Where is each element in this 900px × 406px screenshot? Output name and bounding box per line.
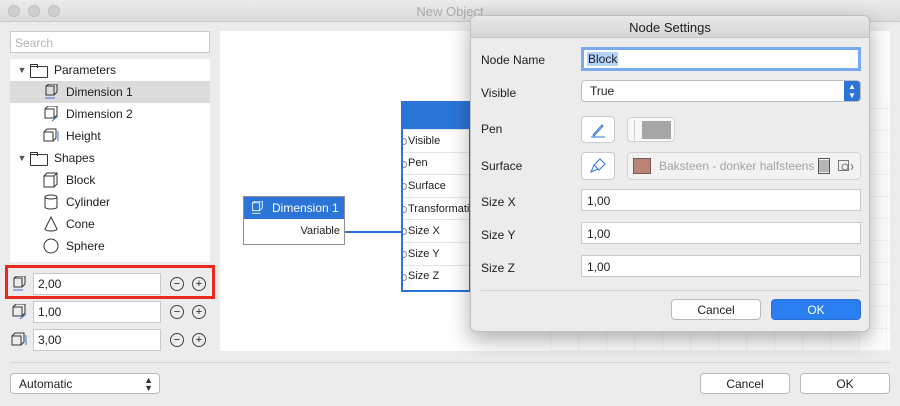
disclosure-triangle-icon[interactable]: ▼ xyxy=(16,153,28,163)
surface-picker-button[interactable] xyxy=(581,152,615,180)
image-settings-icon[interactable] xyxy=(838,160,854,174)
connection-link[interactable] xyxy=(345,231,402,233)
node-header: Dimension 1 xyxy=(244,197,344,219)
tree-item-sphere[interactable]: Sphere xyxy=(10,235,210,257)
cylinder-icon xyxy=(42,194,60,210)
chevron-up-down-icon: ▲ ▼ xyxy=(844,81,860,101)
node-name-label: Node Name xyxy=(481,53,546,67)
dialog-ok-button[interactable]: OK xyxy=(771,299,861,320)
disclosure-triangle-icon[interactable]: ▼ xyxy=(16,65,28,75)
visible-label: Visible xyxy=(481,86,517,100)
block-icon xyxy=(42,172,60,188)
tree-item-label: Sphere xyxy=(66,239,105,253)
size-z-field[interactable]: 1,00 xyxy=(581,255,861,277)
tree-item-height[interactable]: Height xyxy=(10,125,210,147)
mode-select[interactable]: Automatic ▲ ▼ xyxy=(10,373,160,394)
node-input-port[interactable]: Size X xyxy=(403,219,469,242)
node-input-port[interactable]: Surface xyxy=(403,174,469,197)
surface-swatch xyxy=(633,158,651,174)
node-settings-dialog: Node Settings Node Name Block Visible Tr… xyxy=(470,15,870,332)
node-title: Dimension 1 xyxy=(272,201,339,215)
tree-item-cylinder[interactable]: Cylinder xyxy=(10,191,210,213)
paint-brush-icon xyxy=(590,158,606,173)
dimension-1-node[interactable]: Dimension 1 Variable xyxy=(243,196,345,245)
dialog-cancel-button[interactable]: Cancel xyxy=(671,299,761,320)
folder-icon xyxy=(30,152,48,166)
cone-icon xyxy=(42,216,60,232)
node-input-port[interactable]: Pen xyxy=(403,151,469,175)
node-name-value: Block xyxy=(587,52,619,66)
surface-value: Baksteen - donker halfsteens xyxy=(659,159,815,173)
size-x-field[interactable]: 1,00 xyxy=(581,189,861,211)
mode-value: Automatic xyxy=(19,377,73,391)
tree-item-block[interactable]: Block xyxy=(10,169,210,191)
visible-select[interactable]: True ▲ ▼ xyxy=(581,80,861,102)
dimension-x-icon xyxy=(251,201,263,214)
increment-button[interactable]: + xyxy=(192,305,206,319)
bottom-divider xyxy=(10,362,890,363)
tree-item-dimension-1[interactable]: Dimension 1 xyxy=(10,81,210,103)
surface-label: Surface xyxy=(481,159,523,173)
search-input[interactable]: Search xyxy=(10,31,210,53)
height-icon xyxy=(10,332,28,348)
new-object-window: New Object Search ▼ Parameters Dimension… xyxy=(0,0,900,406)
size-x-label: Size X xyxy=(481,195,516,209)
tree-item-label: Block xyxy=(66,173,96,187)
node-input-port[interactable]: Visible xyxy=(403,129,469,152)
tree-item-dimension-2[interactable]: Dimension 2 xyxy=(10,103,210,125)
tree-item-label: Dimension 1 xyxy=(66,85,133,99)
texture-icon xyxy=(818,158,830,174)
pen-color-swatch[interactable] xyxy=(627,117,675,142)
highlight-box xyxy=(5,265,215,299)
pen-label: Pen xyxy=(481,122,503,136)
node-input-port[interactable]: Size Z xyxy=(403,264,469,288)
increment-button[interactable]: + xyxy=(192,333,206,347)
tree-group-parameters[interactable]: ▼ Parameters xyxy=(10,59,210,81)
surface-field[interactable]: Baksteen - donker halfsteens xyxy=(627,152,861,180)
node-tree: ▼ Parameters Dimension 1 Dimension 2 Hei… xyxy=(10,59,210,262)
node-name-field[interactable]: Block xyxy=(581,47,861,71)
dialog-title: Node Settings xyxy=(471,16,869,38)
dimension-x-icon xyxy=(42,84,60,100)
size-y-field[interactable]: 1,00 xyxy=(581,222,861,244)
dialog-divider xyxy=(481,290,861,291)
tree-group-label: Parameters xyxy=(54,63,117,77)
node-input-port[interactable]: Size Y xyxy=(403,241,469,265)
visible-value: True xyxy=(590,84,615,98)
chevron-up-down-icon: ▲ ▼ xyxy=(144,375,153,393)
pen-icon xyxy=(591,123,605,137)
pen-picker-button[interactable] xyxy=(581,116,615,143)
tree-item-label: Dimension 2 xyxy=(66,107,133,121)
height-icon xyxy=(42,128,60,144)
dimension-y-icon xyxy=(10,304,28,320)
dimension-y-icon xyxy=(42,106,60,122)
ok-button[interactable]: OK xyxy=(800,373,890,394)
node-output-port[interactable]: Variable xyxy=(300,225,340,237)
cancel-button[interactable]: Cancel xyxy=(700,373,790,394)
decrement-button[interactable]: − xyxy=(170,333,184,347)
tree-item-label: Height xyxy=(66,129,101,143)
size-y-label: Size Y xyxy=(481,228,516,242)
decrement-button[interactable]: − xyxy=(170,305,184,319)
dimension-2-value-field[interactable]: 1,00 xyxy=(33,301,161,323)
folder-icon xyxy=(30,64,48,78)
tree-item-cone[interactable]: Cone xyxy=(10,213,210,235)
node-header xyxy=(403,103,469,129)
block-node[interactable]: Visible Pen Surface Transformation Size … xyxy=(401,101,471,292)
tree-item-label: Cylinder xyxy=(66,195,111,209)
node-input-port[interactable]: Transformation xyxy=(403,196,469,220)
param-row-dimension-2: 1,00 − + xyxy=(10,301,210,323)
tree-group-label: Shapes xyxy=(54,151,95,165)
tree-item-label: Cone xyxy=(66,217,95,231)
height-value-field[interactable]: 3,00 xyxy=(33,329,161,351)
tree-group-shapes[interactable]: ▼ Shapes xyxy=(10,147,210,169)
param-row-height: 3,00 − + xyxy=(10,329,210,351)
sphere-icon xyxy=(42,238,60,254)
size-z-label: Size Z xyxy=(481,261,516,275)
